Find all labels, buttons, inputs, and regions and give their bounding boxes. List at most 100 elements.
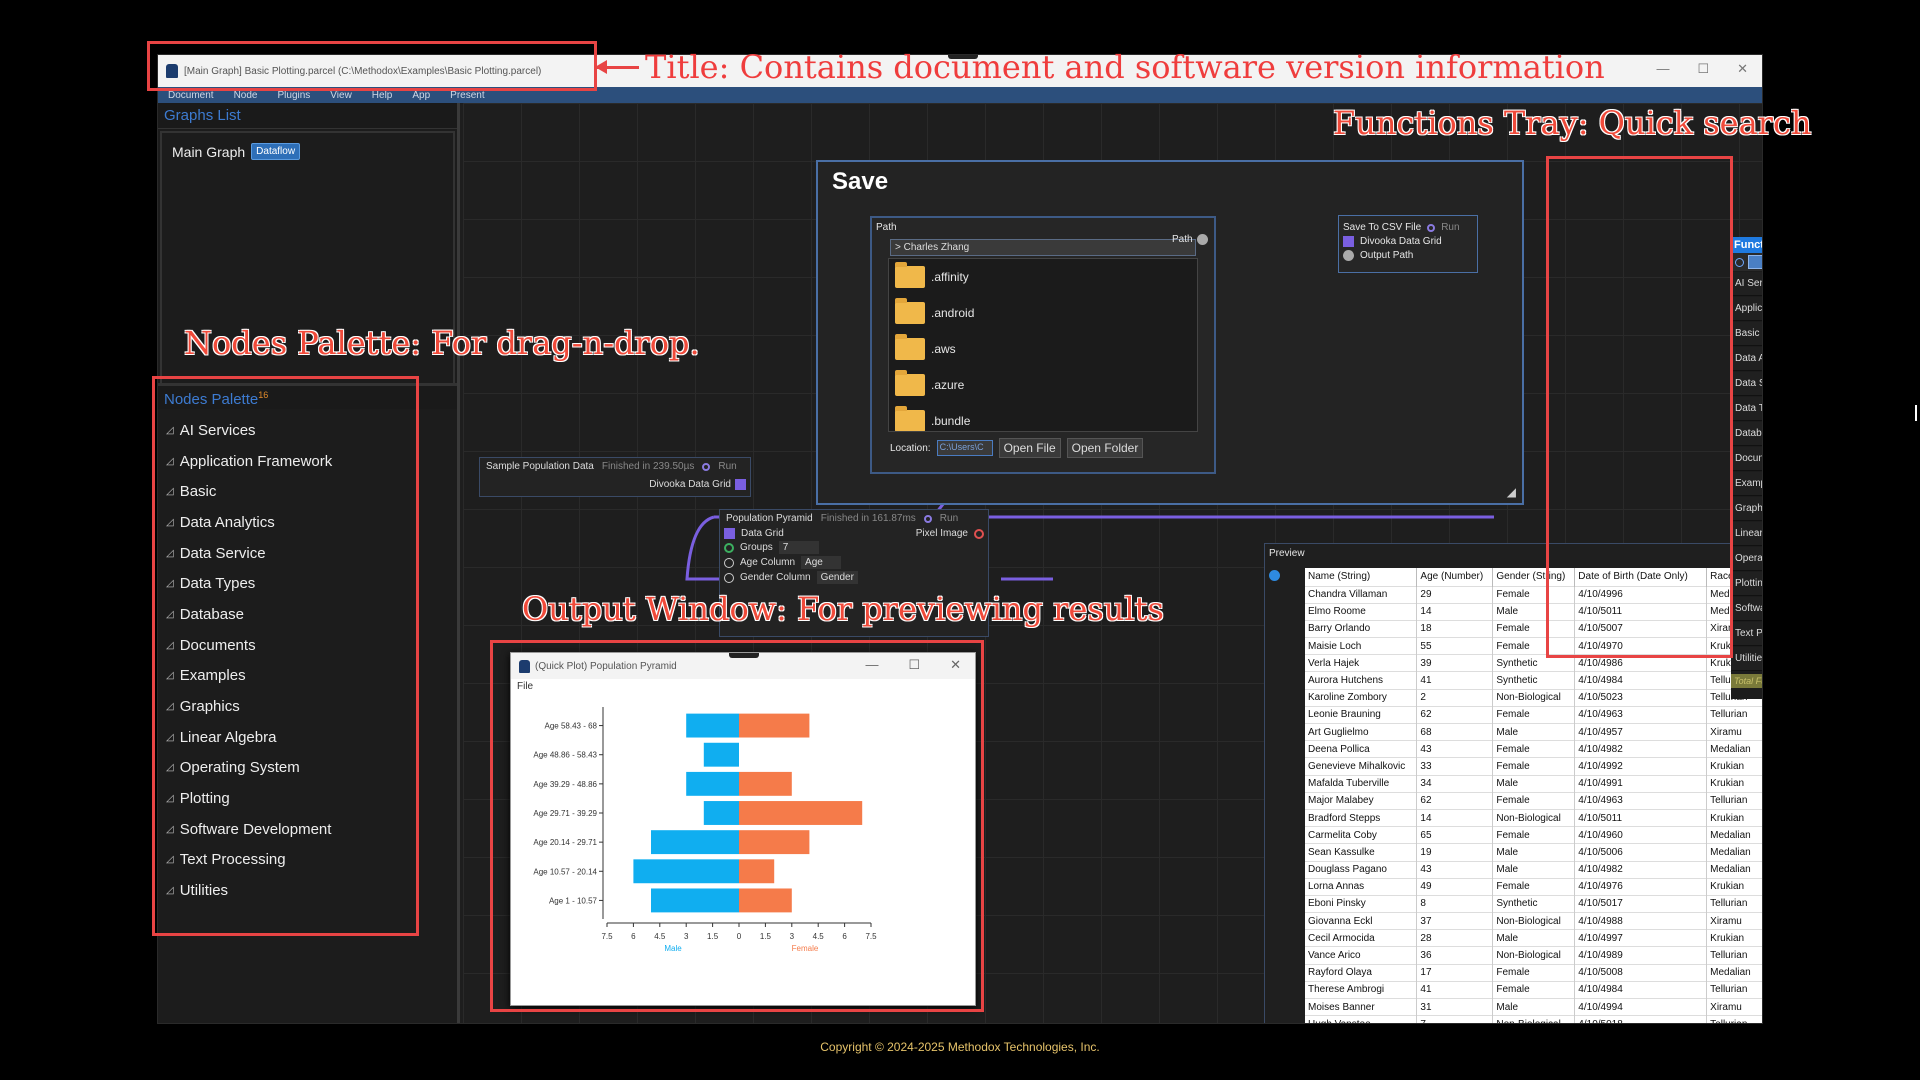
function-category[interactable]: Data Service (1731, 372, 1762, 396)
sample-population-node[interactable]: Sample Population Data Finished in 239.5… (479, 457, 751, 497)
open-file-button[interactable]: Open File (998, 438, 1061, 458)
menu-node[interactable]: Node (234, 90, 258, 101)
title-annotation-text: Title: Contains document and software ve… (645, 48, 1605, 86)
function-category[interactable]: Graphics (1731, 497, 1762, 521)
table-row[interactable]: Aurora Hutchens 41 Synthetic 4/10/4984 Tellu… (1305, 671, 1762, 690)
table-row[interactable]: Art Guglielmo 68 Male 4/10/4957 Xiramu (1305, 722, 1762, 741)
table-row[interactable]: Genevieve Mihalkovic 33 Female 4/10/4992 Kru… (1305, 757, 1762, 776)
table-row[interactable]: Deena Pollica 43 Female 4/10/4982 Medalian (1305, 740, 1762, 758)
folder-item[interactable]: .android (889, 295, 1197, 331)
gender-column-input[interactable]: Gender (816, 571, 858, 584)
table-cell: 62 (1416, 705, 1494, 724)
menu-view[interactable]: View (330, 90, 352, 101)
number-port-icon[interactable] (724, 542, 734, 553)
table-row[interactable]: Vance Arico 36 Non-Biological 4/10/4989 Tell… (1305, 946, 1762, 965)
path-port-icon[interactable] (1196, 234, 1208, 245)
minimize-button[interactable]: — (1656, 61, 1669, 77)
path-port-icon[interactable] (1343, 250, 1354, 261)
function-category[interactable]: Basic (1731, 322, 1762, 346)
resize-grip-icon[interactable]: ◢ (1507, 485, 1516, 499)
function-category[interactable]: Examples (1731, 472, 1762, 496)
function-category[interactable]: Linear Algebra (1731, 522, 1762, 546)
table-row[interactable]: Cecil Armocida 28 Male 4/10/4997 Krukian (1305, 929, 1762, 947)
folder-item[interactable]: .azure (889, 367, 1197, 403)
table-row[interactable]: Mafalda Tuberville 34 Male 4/10/4991 Krukian (1305, 774, 1762, 793)
csv-input-path-label: Output Path (1360, 250, 1414, 261)
menu-help[interactable]: Help (372, 90, 393, 101)
function-category[interactable]: Text Processing (1731, 622, 1762, 646)
maximize-button[interactable]: ☐ (1697, 61, 1709, 77)
column-header[interactable]: Age (Number) (1416, 568, 1494, 586)
function-category[interactable]: AI Services (1731, 272, 1762, 296)
table-row[interactable]: Douglass Pagano 43 Male 4/10/4982 Medalian (1305, 860, 1762, 879)
function-category[interactable]: Plotting (1731, 572, 1762, 596)
table-cell: Moises Banner (1305, 997, 1418, 1016)
table-cell: Tellurian (1706, 980, 1762, 999)
pyramid-run-label[interactable]: Run (940, 513, 958, 524)
image-port-icon[interactable] (974, 528, 984, 539)
table-cell: 4/10/4957 (1574, 722, 1708, 741)
preview-input-port-icon[interactable] (1269, 570, 1280, 581)
folder-name: .affinity (931, 270, 969, 284)
table-row[interactable]: Karoline Zombory 2 Non-Biological 4/10/5023… (1305, 688, 1762, 707)
folder-item[interactable]: .aws (889, 331, 1197, 367)
table-row[interactable]: Lorna Annas 49 Female 4/10/4976 Krukian (1305, 877, 1762, 896)
save-node[interactable]: Save Path > Charles Zhang .affinity .and… (816, 160, 1524, 505)
folder-item[interactable]: .affinity (889, 259, 1197, 295)
column-header[interactable]: Name (String) (1305, 568, 1418, 586)
run-icon[interactable] (923, 514, 932, 523)
table-row[interactable]: Giovanna Eckl 37 Non-Biological 4/10/4988 Xi… (1305, 912, 1762, 930)
table-row[interactable]: Hugh Vanstee7Non-Biological4/10/5018Tell… (1305, 1015, 1762, 1023)
function-category[interactable]: Operating System (1731, 547, 1762, 571)
location-input[interactable]: C:\Users\C (936, 440, 993, 456)
age-column-input[interactable]: Age (801, 556, 842, 569)
table-row[interactable]: Major Malabey 62 Female 4/10/4963 Tellurian (1305, 791, 1762, 810)
menu-present[interactable]: Present (450, 90, 484, 101)
table-cell: 4/10/4994 (1574, 997, 1708, 1016)
function-category[interactable]: Documents (1731, 447, 1762, 471)
close-button[interactable]: ✕ (1737, 61, 1748, 77)
csv-run-label[interactable]: Run (1441, 222, 1459, 233)
table-row[interactable]: Eboni Pinsky 8 Synthetic 4/10/5017 Tellurian (1305, 894, 1762, 913)
path-output-port: Path (1172, 234, 1208, 245)
folder-name: .android (931, 306, 975, 320)
grid-port-icon[interactable] (735, 479, 746, 490)
table-row[interactable]: Rayford Olaya 17 Female 4/10/5008 Medalian (1305, 963, 1762, 982)
sample-run-label[interactable]: Run (718, 461, 736, 472)
graph-item-main[interactable]: Main Graph Dataflow (162, 133, 453, 170)
function-category[interactable]: Utilities (1731, 647, 1762, 671)
location-label: Location: (890, 442, 931, 454)
path-breadcrumb[interactable]: > Charles Zhang (890, 239, 1196, 256)
open-folder-button[interactable]: Open Folder (1066, 438, 1144, 458)
string-port-icon[interactable] (724, 557, 734, 568)
run-icon[interactable] (1427, 223, 1436, 232)
save-to-csv-node[interactable]: Save To CSV File Run Divooka Data Grid O… (1338, 215, 1478, 273)
grid-port-icon[interactable] (1343, 236, 1354, 247)
functions-search-input[interactable] (1748, 255, 1762, 269)
string-port-icon[interactable] (724, 572, 734, 583)
age-column-label: Age Column (740, 557, 796, 568)
function-category[interactable]: Data Analytics (1731, 347, 1762, 371)
table-row[interactable]: Carmelita Coby 65 Female 4/10/4960 Medalian (1305, 826, 1762, 844)
function-category[interactable]: Application Framework (1731, 297, 1762, 321)
menu-plugins[interactable]: Plugins (277, 90, 310, 101)
table-row[interactable]: Leonie Brauning 62 Female 4/10/4963 Telluria… (1305, 705, 1762, 724)
function-category[interactable]: Database (1731, 422, 1762, 446)
table-cell: 4/10/4989 (1574, 946, 1708, 965)
menu-document[interactable]: Document (168, 90, 214, 101)
table-row[interactable]: Bradford Stepps 14 Non-Biological 4/10/5011… (1305, 808, 1762, 827)
table-row[interactable]: Sean Kassulke 19 Male 4/10/5006 Medalian (1305, 843, 1762, 861)
table-cell: 39 (1416, 654, 1494, 672)
table-cell: 4/10/4992 (1574, 757, 1708, 776)
folder-item[interactable]: .bundle (889, 403, 1197, 431)
function-category[interactable]: Data Types (1731, 397, 1762, 421)
folder-icon (895, 406, 925, 431)
function-category[interactable]: Software Development (1731, 597, 1762, 621)
grid-port-icon[interactable] (724, 528, 735, 539)
table-row[interactable]: Therese Ambrogi 41 Female 4/10/4984 Telluria… (1305, 980, 1762, 999)
groups-input[interactable]: 7 (778, 541, 819, 554)
run-icon[interactable] (702, 462, 711, 471)
table-row[interactable]: Moises Banner 31 Male 4/10/4994 Xiramu (1305, 997, 1762, 1016)
table-cell: Synthetic (1492, 671, 1576, 690)
menu-app[interactable]: App (412, 90, 430, 101)
